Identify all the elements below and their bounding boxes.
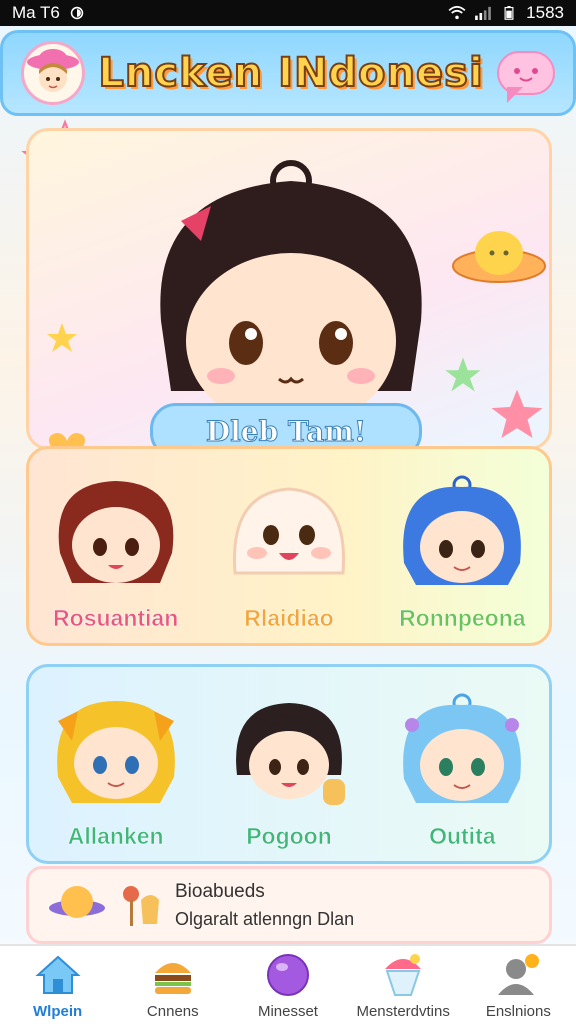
shaved-ice-icon bbox=[385, 953, 422, 996]
hero-girl-illustration bbox=[160, 160, 422, 429]
wifi-icon bbox=[448, 6, 466, 20]
star-icon bbox=[47, 323, 77, 352]
bottom-tab-bar: Wlpein Cnnens Minesset Mensterdvtins Ens… bbox=[0, 944, 576, 1024]
light-blue-hair-girl-icon bbox=[403, 693, 522, 803]
tab-label: Wlpein bbox=[33, 1002, 83, 1020]
planet-icon bbox=[49, 886, 105, 918]
dark-hair-boy-icon bbox=[236, 703, 345, 805]
banner-subtitle: Olgaralt atlenngn Dlan bbox=[175, 908, 355, 929]
character-label: Rosuantian bbox=[53, 605, 179, 632]
character-card-allanken[interactable]: Allanken bbox=[36, 691, 196, 850]
clock-text: 1583 bbox=[526, 3, 564, 22]
character-label: Pogoon bbox=[246, 823, 332, 850]
ufo-icon bbox=[452, 231, 546, 283]
banner-title: Bioabueds bbox=[175, 880, 265, 902]
character-label: Ronnpeona bbox=[399, 605, 526, 632]
promo-banner[interactable]: Bioabueds Olgaralt atlenngn Dlan bbox=[26, 866, 552, 944]
app-title: Lncken INdonesi bbox=[97, 49, 484, 97]
tab-game[interactable]: Minesset bbox=[233, 951, 343, 1020]
blue-hair-girl-icon bbox=[403, 475, 522, 585]
character-label: Allanken bbox=[67, 823, 164, 850]
character-card-rlaidiao[interactable]: Rlaidiao bbox=[209, 473, 369, 632]
purple-ball-icon bbox=[266, 953, 309, 996]
tab-label: Minesset bbox=[257, 1002, 318, 1020]
character-card-rosuantian[interactable]: Rosuantian bbox=[36, 473, 196, 632]
character-row-1: Rosuantian Rlaidiao Ronnpeona bbox=[26, 446, 552, 646]
profile-icon bbox=[498, 953, 540, 995]
tab-menu[interactable]: Cnnens bbox=[118, 951, 228, 1020]
app-header: Lncken INdonesi bbox=[0, 30, 576, 116]
tab-label: Mensterdvtins bbox=[356, 1002, 450, 1020]
avatar[interactable] bbox=[21, 41, 85, 105]
character-card-pogoon[interactable]: Pogoon bbox=[209, 691, 369, 850]
home-icon bbox=[34, 955, 81, 994]
burger-icon bbox=[154, 962, 191, 994]
star-icon bbox=[445, 357, 481, 392]
mochi-blob-icon bbox=[232, 487, 346, 575]
character-label: Rlaidiao bbox=[244, 605, 334, 632]
chat-bubble-icon bbox=[514, 68, 538, 82]
carrier-text: Ma T6 bbox=[12, 3, 60, 22]
snack-icon bbox=[123, 886, 159, 926]
character-label: Outita bbox=[429, 823, 496, 850]
do-not-disturb-icon bbox=[70, 6, 84, 20]
tab-home[interactable]: Wlpein bbox=[3, 951, 113, 1020]
character-card-outita[interactable]: Outita bbox=[382, 691, 542, 850]
signal-icon bbox=[475, 6, 492, 20]
character-card-ronnpeona[interactable]: Ronnpeona bbox=[382, 473, 542, 632]
battery-icon bbox=[504, 6, 514, 20]
red-hair-girl-icon bbox=[58, 481, 173, 583]
tab-profile[interactable]: Enslnions bbox=[463, 951, 573, 1020]
chat-button[interactable] bbox=[497, 51, 555, 103]
hero-card[interactable] bbox=[26, 128, 552, 450]
tab-label: Cnnens bbox=[146, 1002, 199, 1020]
blonde-girl-icon bbox=[56, 701, 175, 803]
avatar-girl-icon bbox=[27, 49, 79, 92]
character-row-2: Allanken Pogoon Outita bbox=[26, 664, 552, 864]
status-bar: Ma T6 1583 bbox=[0, 0, 576, 26]
flower-star-icon bbox=[491, 389, 543, 439]
tab-dessert[interactable]: Mensterdvtins bbox=[348, 951, 458, 1020]
tab-label: Enslnions bbox=[485, 1002, 551, 1020]
